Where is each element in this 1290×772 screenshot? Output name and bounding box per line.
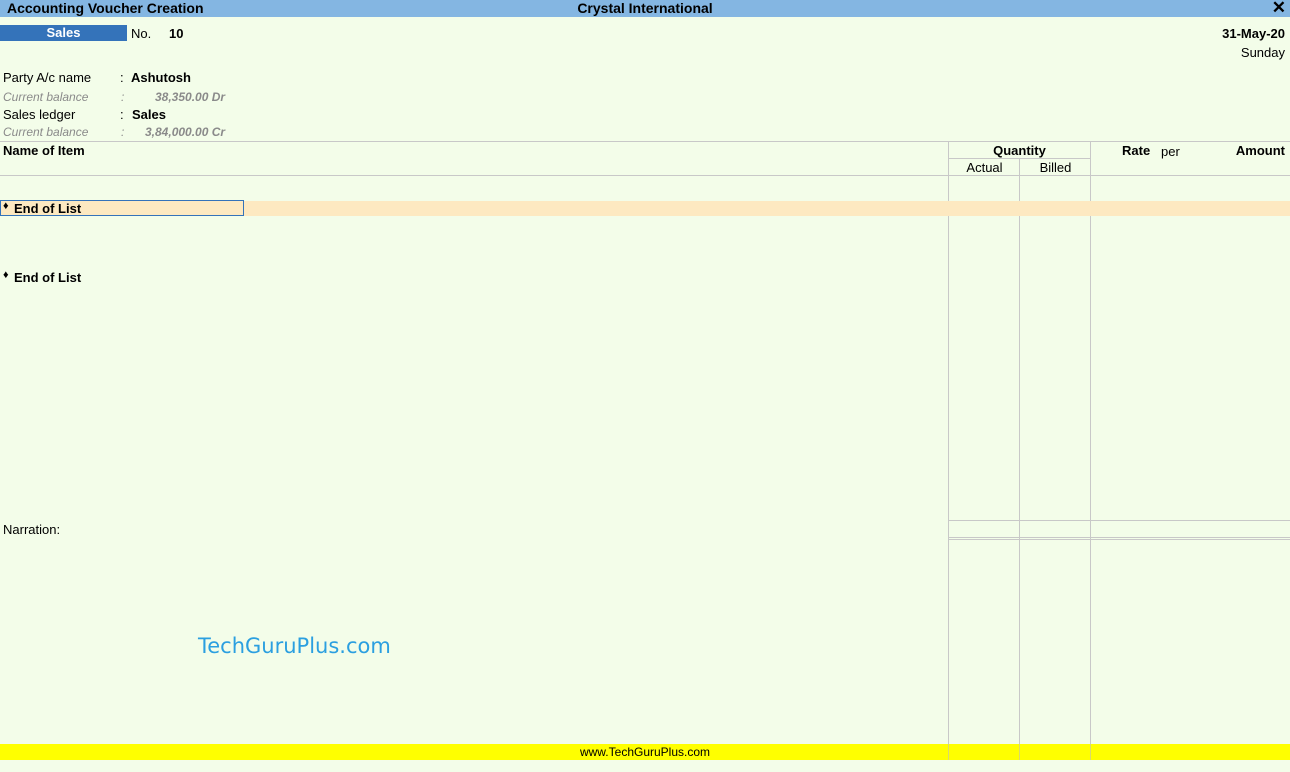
column-divider-billed bbox=[1090, 141, 1091, 744]
party-balance-value: 38,350.00 Dr bbox=[155, 90, 226, 104]
totals-top-border bbox=[949, 520, 1290, 521]
narration-label: Narration: bbox=[3, 522, 61, 537]
rate-header: Rate bbox=[1122, 143, 1151, 158]
footer-link[interactable]: www.TechGuruPlus.com bbox=[0, 744, 1290, 760]
sales-ledger-balance-label: Current balance bbox=[3, 125, 89, 139]
voucher-type-button[interactable]: Sales bbox=[0, 25, 127, 41]
party-name-field[interactable]: Ashutosh bbox=[131, 70, 191, 85]
name-of-item-header: Name of Item bbox=[3, 143, 85, 158]
party-balance-separator: : bbox=[121, 90, 125, 104]
end-of-list-selected[interactable]: End of List bbox=[14, 201, 81, 216]
sales-ledger-field[interactable]: Sales bbox=[132, 107, 166, 122]
totals-double-border-1 bbox=[949, 537, 1290, 538]
table-top-border bbox=[0, 141, 1290, 142]
end-of-list-item[interactable]: End of List bbox=[14, 270, 81, 285]
billed-header: Billed bbox=[1039, 160, 1072, 175]
column-divider-actual bbox=[1019, 158, 1020, 744]
voucher-no-label: No. bbox=[131, 26, 152, 41]
close-icon[interactable]: ✕ bbox=[1272, 0, 1286, 18]
totals-double-border-2 bbox=[949, 539, 1290, 540]
sales-ledger-separator: : bbox=[120, 107, 124, 122]
voucher-day: Sunday bbox=[1240, 45, 1285, 60]
per-header: per bbox=[1161, 144, 1180, 159]
sales-ledger-label: Sales ledger bbox=[3, 107, 76, 122]
bullet-icon: ♦ bbox=[3, 200, 9, 212]
sales-ledger-balance-separator: : bbox=[121, 125, 125, 139]
title-bar: Crystal International Accounting Voucher… bbox=[0, 0, 1290, 17]
party-separator: : bbox=[120, 70, 124, 85]
voucher-no-field[interactable]: 10 bbox=[169, 26, 183, 41]
voucher-date[interactable]: 31-May-20 bbox=[1222, 26, 1285, 41]
quantity-header: Quantity bbox=[993, 143, 1046, 158]
actual-header: Actual bbox=[966, 160, 1003, 175]
party-label: Party A/c name bbox=[3, 70, 92, 85]
bullet-icon: ♦ bbox=[3, 269, 9, 281]
amount-header: Amount bbox=[1235, 143, 1285, 158]
watermark-text: TechGuruPlus.com bbox=[198, 634, 391, 658]
column-divider-name bbox=[948, 141, 949, 744]
sales-ledger-balance-value: 3,84,000.00 Cr bbox=[145, 125, 226, 139]
party-balance-label: Current balance bbox=[3, 90, 89, 104]
window-title: Accounting Voucher Creation bbox=[7, 0, 204, 16]
table-header-bottom-border bbox=[0, 175, 1290, 176]
